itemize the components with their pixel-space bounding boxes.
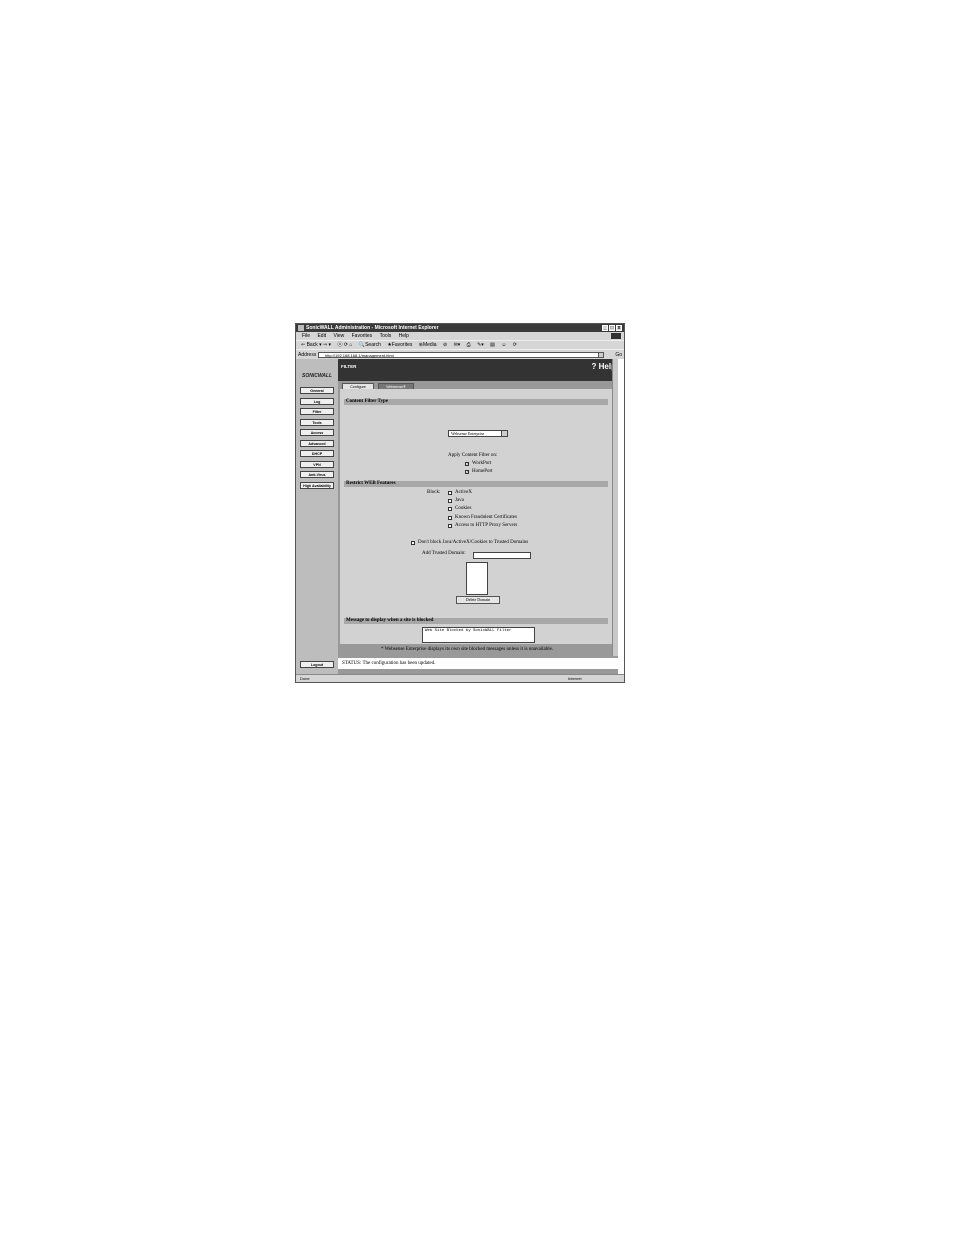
fraudulent-certificates-checkbox[interactable] [448,516,452,520]
status-message: STATUS: The configuration has been updat… [338,658,624,669]
discuss-icon[interactable]: ▤ [490,342,495,348]
nav-filter[interactable]: Filter [300,408,334,415]
sonicwall-logo: SONICWALL [302,373,332,379]
delete-domain-button[interactable]: Delete Domain [456,596,500,604]
homeport-checkbox[interactable]: ✓ [465,470,469,474]
maximize-button[interactable]: □ [609,325,615,331]
blocked-message-textarea[interactable]: Web Site Blocked by SonicWALL Filter [422,627,535,643]
menu-tools[interactable]: Tools [380,333,392,339]
address-dropdown-icon[interactable] [598,352,604,358]
nav-tools[interactable]: Tools [300,418,334,426]
cookies-checkbox[interactable] [448,507,452,511]
nav-access[interactable]: Access [300,429,334,436]
windows-logo-icon [611,333,621,339]
title-bar: SonicWALL Administration - Microsoft Int… [296,324,624,332]
menu-help[interactable]: Help [399,333,409,339]
toolbar: ⇐ Back ▾ ⇒ ▾ ⓧ ⟳ ⌂ 🔍Search ★Favorites ⊛M… [296,340,624,349]
stop-refresh-home-icon[interactable]: ⓧ ⟳ ⌂ [337,342,352,348]
cookies-label: Cookies [455,506,472,511]
browser-status-bar: Done Internet [296,674,624,682]
java-checkbox[interactable] [448,499,452,503]
back-forward-button[interactable]: ⇐ Back ▾ ⇒ ▾ [301,342,331,348]
workport-label: WorkPort [472,461,492,466]
activex-checkbox[interactable] [448,491,452,495]
edit-icon[interactable]: ✎▾ [477,342,484,348]
sync-icon[interactable]: ⟳ [513,342,517,348]
menu-file[interactable]: File [302,333,310,339]
menu-edit[interactable]: Edit [317,333,326,339]
content-filter-type-heading: Content Filter Type [344,399,608,405]
mail-icon[interactable]: ✉▾ [454,342,461,348]
content-filter-select[interactable]: Websense Enterprise [448,430,508,437]
favorites-button[interactable]: ★Favorites [387,342,412,348]
minimize-button[interactable]: _ [602,325,608,331]
block-label: Block: [427,490,441,495]
workport-checkbox[interactable]: ✓ [465,462,469,466]
chevron-down-icon [501,431,507,436]
websense-note: * Websense Enterprise displays its own s… [381,647,554,652]
trusted-domains-list[interactable] [466,562,488,595]
messenger-icon[interactable]: ☺ [501,342,506,348]
apply-filter-label: Apply Content Filter on: [448,453,498,458]
java-label: Java [455,498,464,503]
nav-log[interactable]: Log [300,397,334,405]
status-done: Done [300,676,310,681]
restrict-web-features-heading: Restrict WEB Features [344,481,608,487]
nav-anti-virus[interactable]: Anti-Virus [300,471,334,478]
main-area: FILTER ? Help Configure Websense® Conten… [338,359,618,682]
dont-block-trusted-checkbox[interactable] [411,541,415,545]
address-input[interactable]: http://192.168.168.1/management.html [318,352,604,358]
nav-general[interactable]: General [300,387,334,394]
nav-vpn[interactable]: VPN [300,460,334,468]
trusted-domain-input[interactable] [473,552,531,559]
http-proxy-checkbox[interactable] [448,524,452,528]
nav-advanced[interactable]: Advanced [300,439,334,447]
address-bar: Address http://192.168.168.1/management.… [296,349,624,359]
media-button[interactable]: ⊛Media [419,342,437,348]
add-trusted-domain-label: Add Trusted Domain: [422,551,466,556]
nav-high-availability[interactable]: High Availability [300,481,334,489]
logout-button[interactable]: Logout [300,661,334,668]
address-label: Address [298,352,317,358]
sidebar: SONICWALL General Log Filter Tools Acces… [296,359,338,676]
page-header: FILTER ? Help [338,359,618,381]
print-icon[interactable]: ⎙ [467,342,471,348]
close-button[interactable]: x [616,325,622,331]
help-icon: ? [591,362,597,371]
menu-bar: File Edit View Favorites Tools Help [296,332,624,340]
search-button[interactable]: 🔍Search [359,342,381,348]
menu-favorites[interactable]: Favorites [352,333,373,339]
ie-icon [298,325,304,331]
page-title: FILTER [341,364,357,369]
window-title: SonicWALL Administration - Microsoft Int… [306,325,439,331]
internet-zone: Internet [568,676,582,681]
scrollbar[interactable] [612,359,618,656]
homeport-label: HomePort [472,469,493,474]
filter-panel: Content Filter Type Websense Enterprise … [340,389,612,682]
page-content: SONICWALL General Log Filter Tools Acces… [296,359,624,682]
fraudulent-certificates-label: Known Fraudulent Certificates [455,515,517,520]
menu-view[interactable]: View [333,333,344,339]
blocked-message-heading: Message to display when a site is blocke… [344,618,608,624]
dont-block-trusted-label: Don't block Java/ActiveX/Cookies to Trus… [418,540,529,545]
browser-window: SonicWALL Administration - Microsoft Int… [295,323,625,683]
history-icon[interactable]: ⊘ [443,342,447,348]
activex-label: ActiveX [455,490,472,495]
http-proxy-label: Access to HTTP Proxy Servers [455,523,518,528]
content-filter-selected: Websense Enterprise [451,431,485,436]
nav-dhcp[interactable]: DHCP [300,450,334,457]
